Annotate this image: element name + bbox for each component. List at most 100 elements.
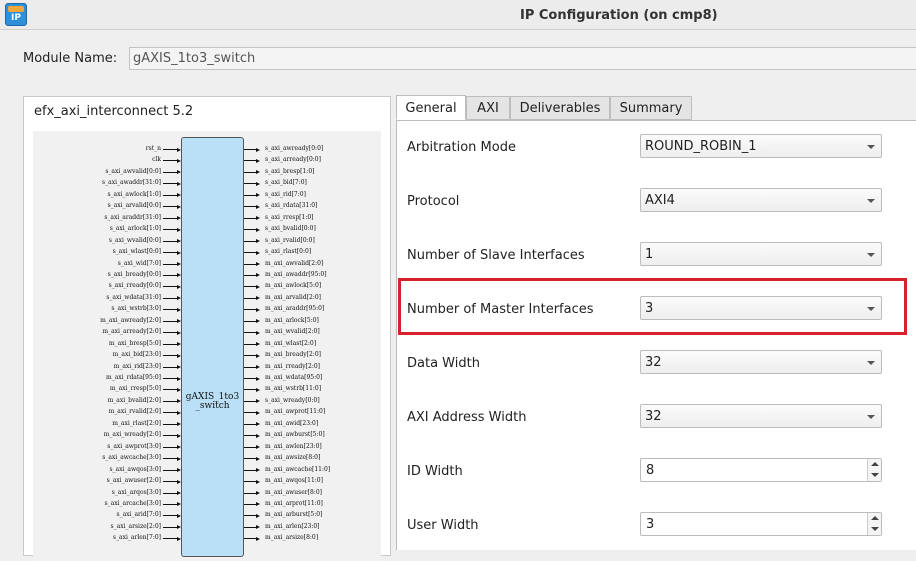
user-width-stepper[interactable] [867, 513, 881, 535]
data-width-select[interactable]: 32 [640, 350, 882, 374]
input-port-wire [163, 206, 177, 208]
output-port-label: s_axi_wready[0:0] [265, 396, 320, 404]
input-port-wire [163, 469, 177, 471]
output-port-label: m_axi_bready[2:0] [265, 351, 321, 359]
output-port-label: m_axi_awprot[11:0] [265, 408, 326, 416]
output-port-label: m_axi_arvalid[2:0] [265, 293, 321, 301]
input-arrow-icon [177, 250, 181, 255]
chevron-up-icon[interactable] [871, 462, 879, 466]
title-bar: IP IP Configuration (on cmp8) [0, 0, 916, 30]
input-arrow-icon [177, 193, 181, 198]
input-port-wire [163, 183, 177, 185]
input-arrow-icon [177, 387, 181, 392]
input-port-wire [163, 492, 177, 494]
module-name-field[interactable]: gAXIS_1to3_switch [129, 47, 916, 70]
input-port-label: m_axi_rresp[5:0] [109, 385, 161, 393]
output-port-label: s_axi_bresp[1:0] [265, 167, 315, 175]
input-port-wire [163, 309, 177, 311]
arbitration-mode-select[interactable]: ROUND_ROBIN_1 [640, 134, 882, 158]
chevron-down-icon [867, 145, 875, 149]
output-arrow-icon [256, 250, 260, 255]
block-diagram: gAXIS_1to3 _switch rst_n clk s_axi_awvalid… [33, 131, 381, 561]
master-interfaces-highlight [398, 278, 907, 335]
input-port-label: m_axi_rvalid[2:0] [108, 408, 161, 416]
output-arrow-icon [256, 433, 260, 438]
output-arrow-icon [256, 284, 260, 289]
tab-deliverables[interactable]: Deliverables [510, 96, 610, 120]
user-width-value: 3 [646, 517, 655, 532]
slave-interfaces-value: 1 [645, 247, 654, 262]
input-port-label: s_axi_arvalid[0:0] [107, 202, 161, 210]
address-width-select[interactable]: 32 [640, 404, 882, 428]
input-port-label: m_axi_rlast[2:0] [112, 419, 161, 427]
input-arrow-icon [177, 307, 181, 312]
output-port-label: m_axi_awuser[8:0] [265, 488, 322, 496]
input-port-label: s_axi_awlock[1:0] [107, 190, 161, 198]
user-width-spinbox[interactable]: 3 [640, 512, 882, 536]
output-arrow-icon [256, 353, 260, 358]
output-port-label: m_axi_arlen[23:0] [265, 522, 320, 530]
module-name-label: Module Name: [23, 51, 118, 66]
input-arrow-icon [177, 147, 181, 152]
input-arrow-icon [177, 456, 181, 461]
output-arrow-icon [256, 296, 260, 301]
output-port-label: m_axi_awsize[8:0] [265, 454, 321, 462]
tab-general[interactable]: General [396, 95, 466, 120]
id-width-value: 8 [646, 463, 655, 478]
chevron-down-icon[interactable] [871, 527, 879, 531]
block-diagram-panel: efx_axi_interconnect 5.2 gAXIS_1to3 _swi… [23, 96, 391, 561]
output-arrow-icon [256, 376, 260, 381]
tab-axi[interactable]: AXI [466, 96, 510, 120]
chevron-down-icon[interactable] [871, 473, 879, 477]
input-port-wire [163, 515, 177, 517]
input-port-label: s_axi_awqos[3:0] [109, 465, 161, 473]
output-arrow-icon [256, 445, 260, 450]
output-arrow-icon [256, 227, 260, 232]
input-arrow-icon [177, 262, 181, 266]
output-arrow-icon [256, 262, 260, 266]
chevron-up-icon[interactable] [871, 516, 879, 520]
input-port-label: clk [152, 156, 161, 164]
protocol-select[interactable]: AXI4 [640, 188, 882, 212]
input-arrow-icon [177, 353, 181, 358]
output-port-label: s_axi_rlast[0:0] [265, 248, 312, 256]
output-port-label: m_axi_awlen[23:0] [265, 442, 322, 450]
output-port-label: m_axi_awcache[11:0] [265, 465, 331, 473]
slave-interfaces-select[interactable]: 1 [640, 242, 882, 266]
general-settings-panel: Arbitration Mode ROUND_ROBIN_1 Protocol … [396, 120, 916, 550]
output-arrow-icon [256, 502, 260, 507]
chevron-down-icon [867, 253, 875, 257]
input-port-label: m_axi_rid[23:0] [113, 362, 161, 370]
tab-summary[interactable]: Summary [610, 96, 692, 120]
output-arrow-icon [256, 468, 260, 473]
input-port-wire [163, 160, 177, 162]
input-arrow-icon [177, 216, 181, 221]
input-port-wire [163, 366, 177, 368]
output-port-label: s_axi_awready[0:0] [265, 145, 324, 152]
output-port-label: m_axi_arsize[8:0] [265, 534, 319, 542]
input-port-label: s_axi_awvalid[0:0] [105, 167, 161, 175]
window-title: IP Configuration (on cmp8) [520, 8, 718, 23]
output-arrow-icon [256, 342, 260, 347]
input-arrow-icon [177, 239, 181, 244]
id-width-stepper[interactable] [867, 459, 881, 481]
output-port-label: m_axi_awqos[11:0] [265, 477, 323, 485]
input-arrow-icon [177, 376, 181, 381]
panel-splitter[interactable] [392, 380, 395, 420]
input-port-wire [163, 423, 177, 425]
arbitration-mode-label: Arbitration Mode [407, 140, 516, 155]
input-arrow-icon [177, 536, 181, 541]
output-port-label: s_axi_arready[0:0] [265, 156, 321, 164]
id-width-spinbox[interactable]: 8 [640, 458, 882, 482]
block-label-line2: _switch [195, 401, 230, 411]
protocol-value: AXI4 [645, 193, 675, 208]
input-port-wire [163, 332, 177, 334]
output-port-label: s_axi_rid[7:0] [265, 190, 306, 198]
input-port-wire [163, 378, 177, 379]
input-port-wire [163, 435, 177, 437]
input-port-wire [163, 389, 177, 391]
input-port-label: s_axi_wdata[31:0] [106, 293, 161, 301]
output-arrow-icon [256, 193, 260, 198]
chevron-down-icon [867, 415, 875, 419]
module-block-label: gAXIS_1to3 _switch [182, 393, 243, 411]
